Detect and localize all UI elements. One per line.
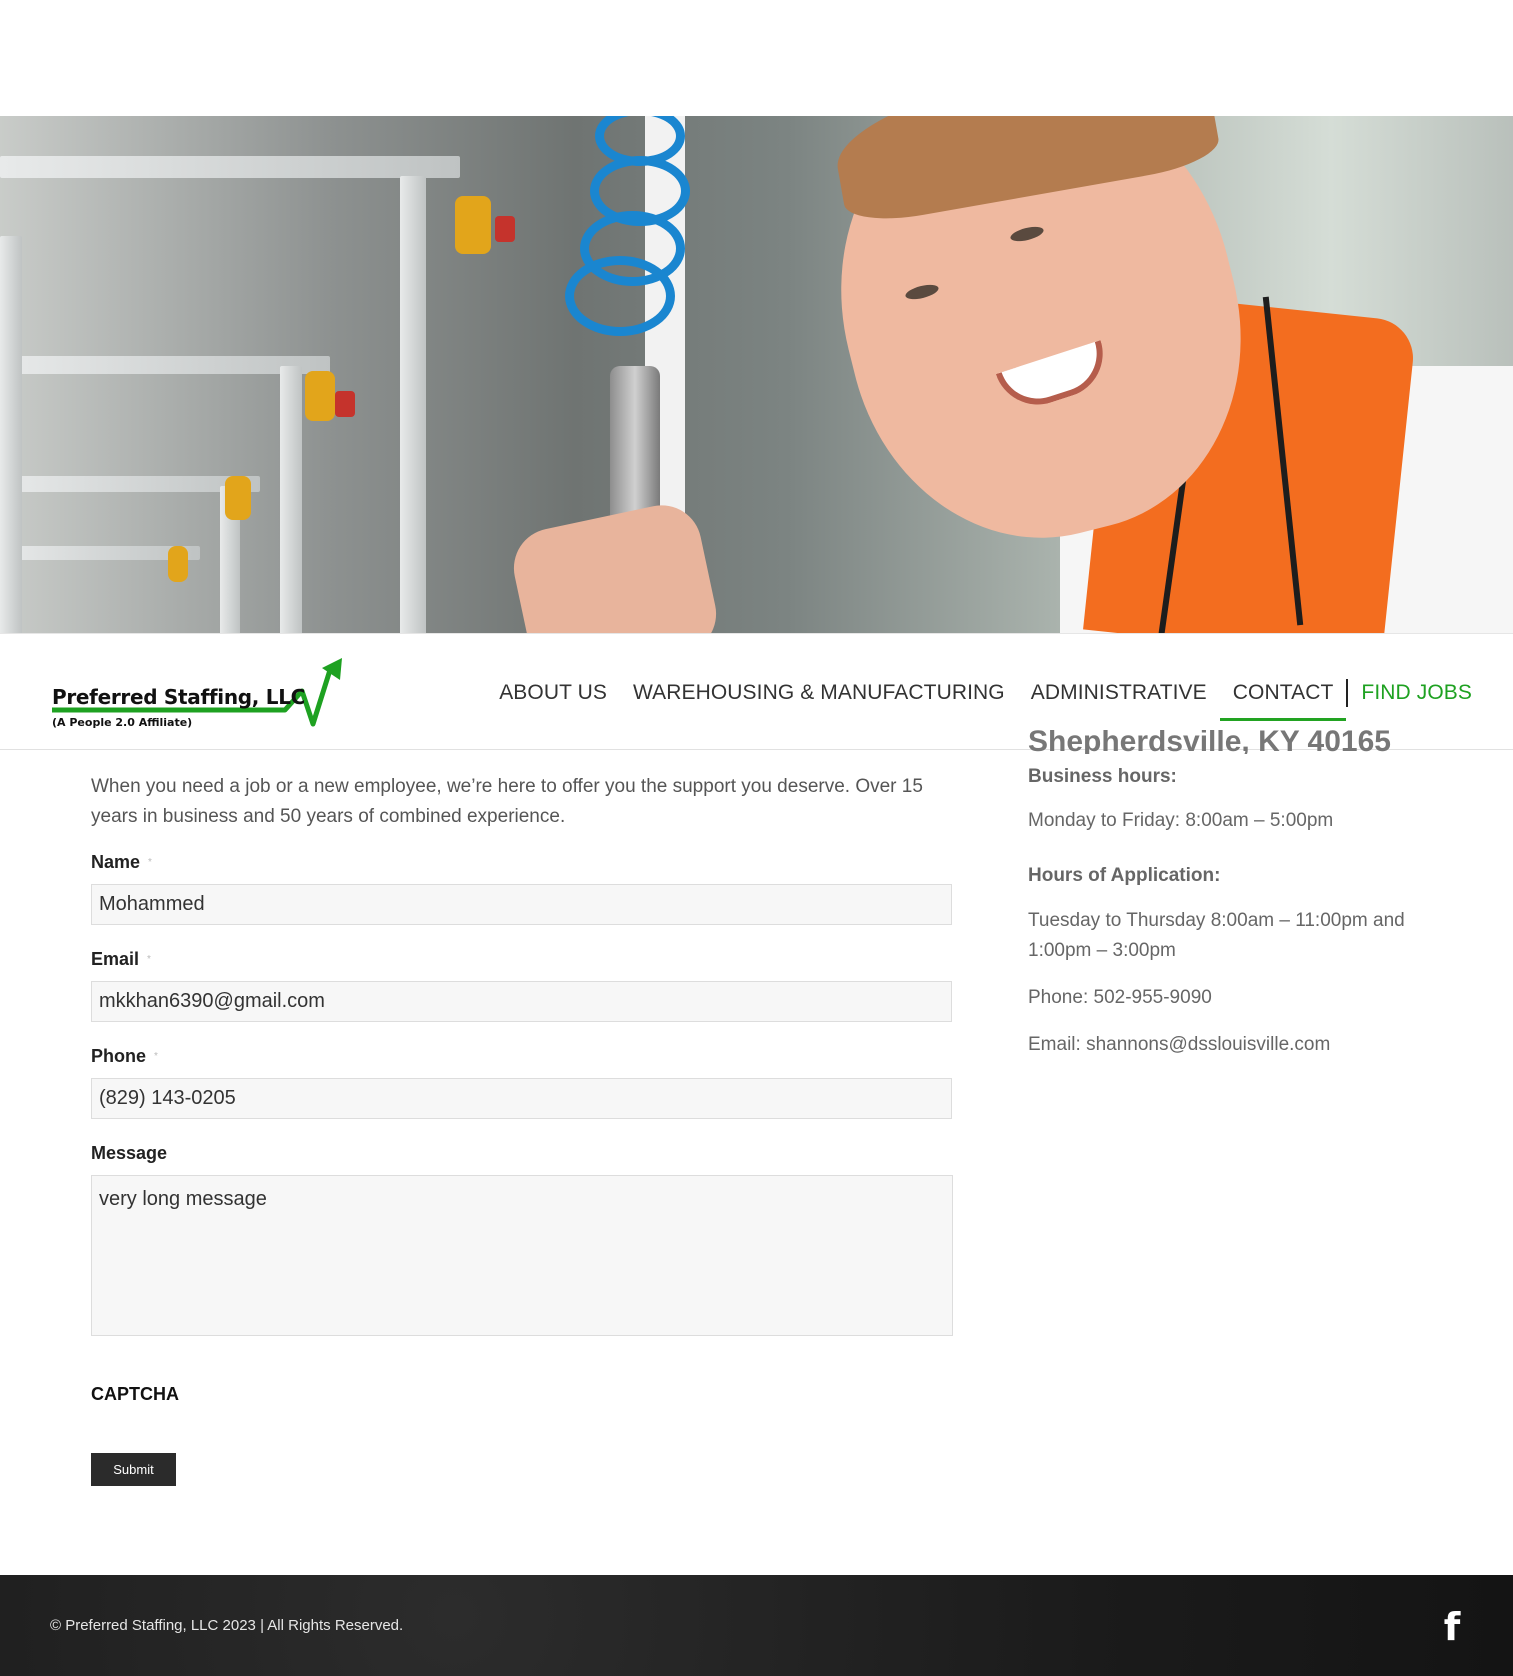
required-marker: * — [148, 857, 152, 869]
email-label-text: Email — [91, 949, 140, 969]
message-field[interactable]: very long message — [91, 1175, 953, 1336]
nav-warehousing-manufacturing[interactable]: WAREHOUSING & MANUFACTURING — [620, 634, 1018, 751]
site-footer: © Preferred Staffing, LLC 2023 | All Rig… — [0, 1575, 1513, 1676]
hero-image — [0, 116, 1513, 633]
business-hours-text: Monday to Friday: 8:00am – 5:00pm — [1028, 810, 1334, 831]
logo-subtitle: (A People 2.0 Affiliate) — [52, 716, 193, 729]
phone-field[interactable]: (829) 143-0205 — [91, 1078, 952, 1119]
copyright-text: © Preferred Staffing, LLC 2023 | All Rig… — [50, 1617, 404, 1634]
phone-label: Phone * — [91, 1044, 953, 1068]
facebook-icon[interactable]: f — [1440, 1608, 1464, 1646]
address-line: Shepherdsville, KY 40165 — [1028, 730, 1391, 754]
email-text: Email: shannons@dsslouisville.com — [1028, 1034, 1331, 1055]
name-label-text: Name — [91, 852, 141, 872]
application-hours-heading: Hours of Application: — [1028, 865, 1221, 886]
name-field[interactable]: Mohammed — [91, 884, 952, 925]
captcha-label: CAPTCHA — [91, 1384, 179, 1404]
required-marker: * — [147, 954, 151, 966]
contact-form: Name * Mohammed Email * mkkhan6390@gmail.c… — [91, 850, 953, 1336]
phone-text: Phone: 502-955-9090 — [1028, 987, 1212, 1008]
email-field[interactable]: mkkhan6390@gmail.com — [91, 981, 952, 1022]
submit-button[interactable]: Submit — [91, 1453, 176, 1486]
required-marker: * — [154, 1051, 158, 1063]
email-label: Email * — [91, 947, 953, 971]
logo[interactable]: Preferred Staffing, LLC (A People 2.0 Af… — [50, 656, 350, 736]
nav-about-us[interactable]: ABOUT US — [486, 634, 620, 751]
application-hours-text: Tuesday to Thursday 8:00am – 11:00pm and… — [1028, 910, 1405, 961]
phone-label-text: Phone — [91, 1046, 147, 1066]
name-label: Name * — [91, 850, 953, 874]
message-label: Message — [91, 1141, 953, 1165]
message-label-text: Message — [91, 1143, 168, 1163]
logo-name: Preferred Staffing, LLC — [52, 685, 306, 709]
intro-text: When you need a job or a new employee, w… — [91, 776, 923, 827]
business-hours-heading: Business hours: — [1028, 766, 1177, 787]
